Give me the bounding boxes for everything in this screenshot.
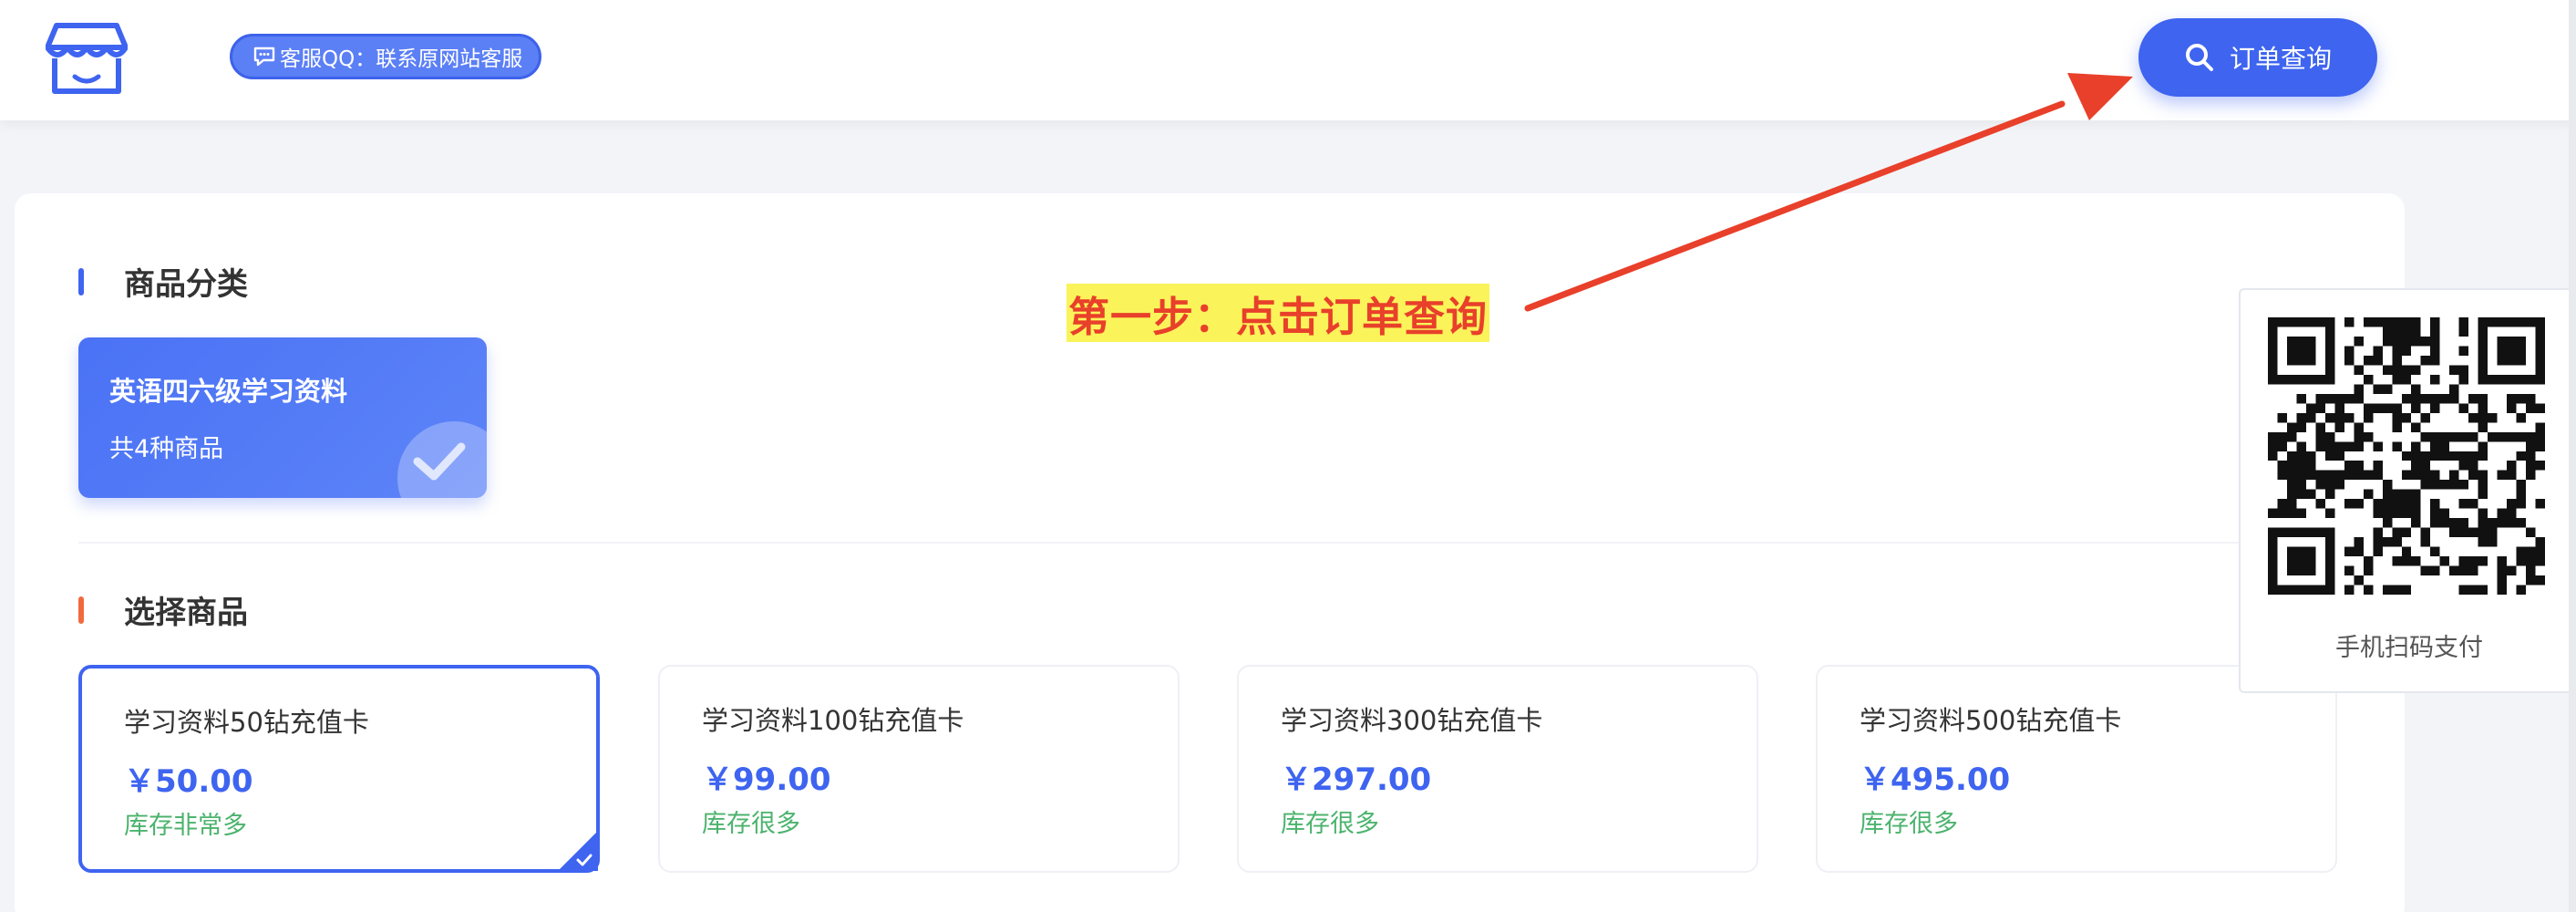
category-title-text: 商品分类 <box>124 266 248 303</box>
product-card[interactable]: 学习资料300钻充值卡 ￥297.00 库存很多 <box>1237 665 1758 873</box>
selected-corner-check-icon <box>558 831 598 871</box>
product-title-bar <box>78 596 84 624</box>
product-card[interactable]: 学习资料100钻充值卡 ￥99.00 库存很多 <box>658 665 1180 873</box>
product-price: ￥50.00 <box>124 763 253 800</box>
qr-caption: 手机扫码支付 <box>2335 634 2483 662</box>
category-section-title: 商品分类 <box>78 259 248 304</box>
category-count: 共4种商品 <box>109 435 224 463</box>
order-query-label: 订单查询 <box>2229 44 2332 74</box>
product-price: ￥297.00 <box>1281 762 1432 798</box>
product-name: 学习资料300钻充值卡 <box>1281 705 1543 736</box>
step-annotation-label: 第一步：点击订单查询 <box>1066 284 1490 342</box>
chat-icon <box>253 47 275 67</box>
qq-badge-label: 客服QQ：联系原网站客服 <box>280 47 523 71</box>
scrollbar[interactable] <box>2569 0 2576 912</box>
product-card[interactable]: 学习资料50钻充值卡 ￥50.00 库存非常多 <box>78 665 600 873</box>
product-price: ￥495.00 <box>1860 762 2011 798</box>
qr-payment-panel: 手机扫码支付 <box>2239 288 2576 693</box>
product-stock: 库存很多 <box>702 810 800 838</box>
product-price: ￥99.00 <box>702 762 831 798</box>
category-card-cet[interactable]: 英语四六级学习资料 共4种商品 <box>78 337 487 498</box>
category-name: 英语四六级学习资料 <box>109 376 348 407</box>
qr-code-icon <box>2268 317 2545 595</box>
top-header: 客服QQ：联系原网站客服 订单查询 <box>0 0 2576 120</box>
product-section-title: 选择商品 <box>78 587 248 632</box>
product-name: 学习资料50钻充值卡 <box>124 707 369 738</box>
section-divider <box>78 542 2385 544</box>
product-stock: 库存很多 <box>1281 810 1379 838</box>
product-name: 学习资料100钻充值卡 <box>702 705 964 736</box>
search-icon <box>2185 44 2213 71</box>
category-title-bar <box>78 267 84 295</box>
order-query-button[interactable]: 订单查询 <box>2138 18 2377 97</box>
product-stock: 库存非常多 <box>124 812 247 840</box>
product-title-text: 选择商品 <box>124 595 248 631</box>
product-stock: 库存很多 <box>1860 810 1958 838</box>
product-card[interactable]: 学习资料500钻充值卡 ￥495.00 库存很多 <box>1816 665 2337 873</box>
customer-service-qq-badge[interactable]: 客服QQ：联系原网站客服 <box>230 34 542 79</box>
store-logo-icon[interactable] <box>46 20 128 97</box>
product-name: 学习资料500钻充值卡 <box>1860 705 2122 736</box>
selected-check-icon <box>397 421 487 498</box>
